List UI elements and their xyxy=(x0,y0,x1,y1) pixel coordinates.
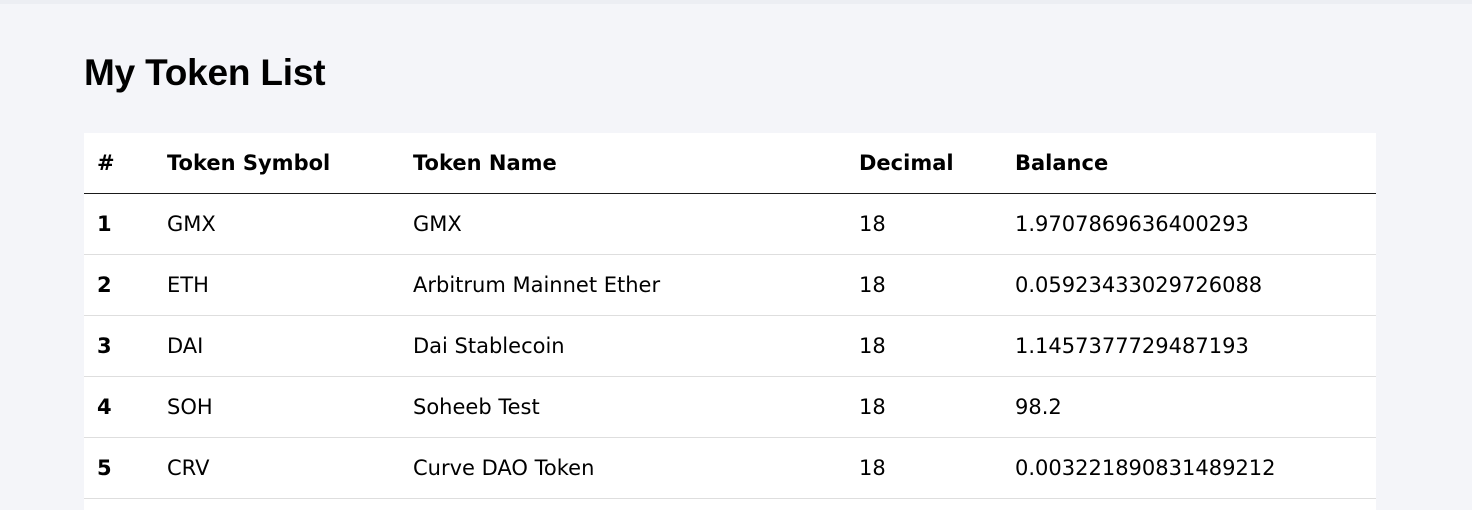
table-row: 4 SOH Soheeb Test 18 98.2 xyxy=(84,376,1376,438)
top-bar xyxy=(0,0,1472,4)
token-table-header: # Token Symbol Token Name Decimal Balanc… xyxy=(84,133,1376,194)
token-symbol: GMX xyxy=(167,193,413,255)
header-index: # xyxy=(84,133,167,194)
header-row: # Token Symbol Token Name Decimal Balanc… xyxy=(84,133,1376,194)
token-table-card: # Token Symbol Token Name Decimal Balanc… xyxy=(84,133,1376,510)
row-index: 4 xyxy=(84,376,167,438)
token-name: Curve DAO Token xyxy=(413,437,859,499)
token-symbol: CRV xyxy=(167,437,413,499)
token-name: Dai Stablecoin xyxy=(413,315,859,377)
token-balance: 98.2 xyxy=(1015,376,1376,438)
table-row: 5 CRV Curve DAO Token 18 0.0032218908314… xyxy=(84,437,1376,499)
table-row: 2 ETH Arbitrum Mainnet Ether 18 0.059234… xyxy=(84,254,1376,316)
row-index: 1 xyxy=(84,193,167,255)
token-decimal: 18 xyxy=(859,437,1015,499)
table-row: 1 GMX GMX 18 1.9707869636400293 xyxy=(84,193,1376,255)
token-table: # Token Symbol Token Name Decimal Balanc… xyxy=(84,133,1376,499)
token-name: Arbitrum Mainnet Ether xyxy=(413,254,859,316)
token-name: Soheeb Test xyxy=(413,376,859,438)
header-token-symbol: Token Symbol xyxy=(167,133,413,194)
token-decimal: 18 xyxy=(859,193,1015,255)
token-symbol: DAI xyxy=(167,315,413,377)
header-decimal: Decimal xyxy=(859,133,1015,194)
row-index: 3 xyxy=(84,315,167,377)
token-table-body: 1 GMX GMX 18 1.9707869636400293 2 ETH Ar… xyxy=(84,193,1376,499)
page-title: My Token List xyxy=(84,52,326,93)
token-balance: 0.05923433029726088 xyxy=(1015,254,1376,316)
header-token-name: Token Name xyxy=(413,133,859,194)
table-row: 3 DAI Dai Stablecoin 18 1.14573777294871… xyxy=(84,315,1376,377)
token-balance: 1.9707869636400293 xyxy=(1015,193,1376,255)
token-symbol: ETH xyxy=(167,254,413,316)
token-balance: 1.1457377729487193 xyxy=(1015,315,1376,377)
token-balance: 0.003221890831489212 xyxy=(1015,437,1376,499)
token-decimal: 18 xyxy=(859,254,1015,316)
header-balance: Balance xyxy=(1015,133,1376,194)
token-decimal: 18 xyxy=(859,376,1015,438)
row-index: 2 xyxy=(84,254,167,316)
row-index: 5 xyxy=(84,437,167,499)
token-symbol: SOH xyxy=(167,376,413,438)
token-name: GMX xyxy=(413,193,859,255)
token-decimal: 18 xyxy=(859,315,1015,377)
